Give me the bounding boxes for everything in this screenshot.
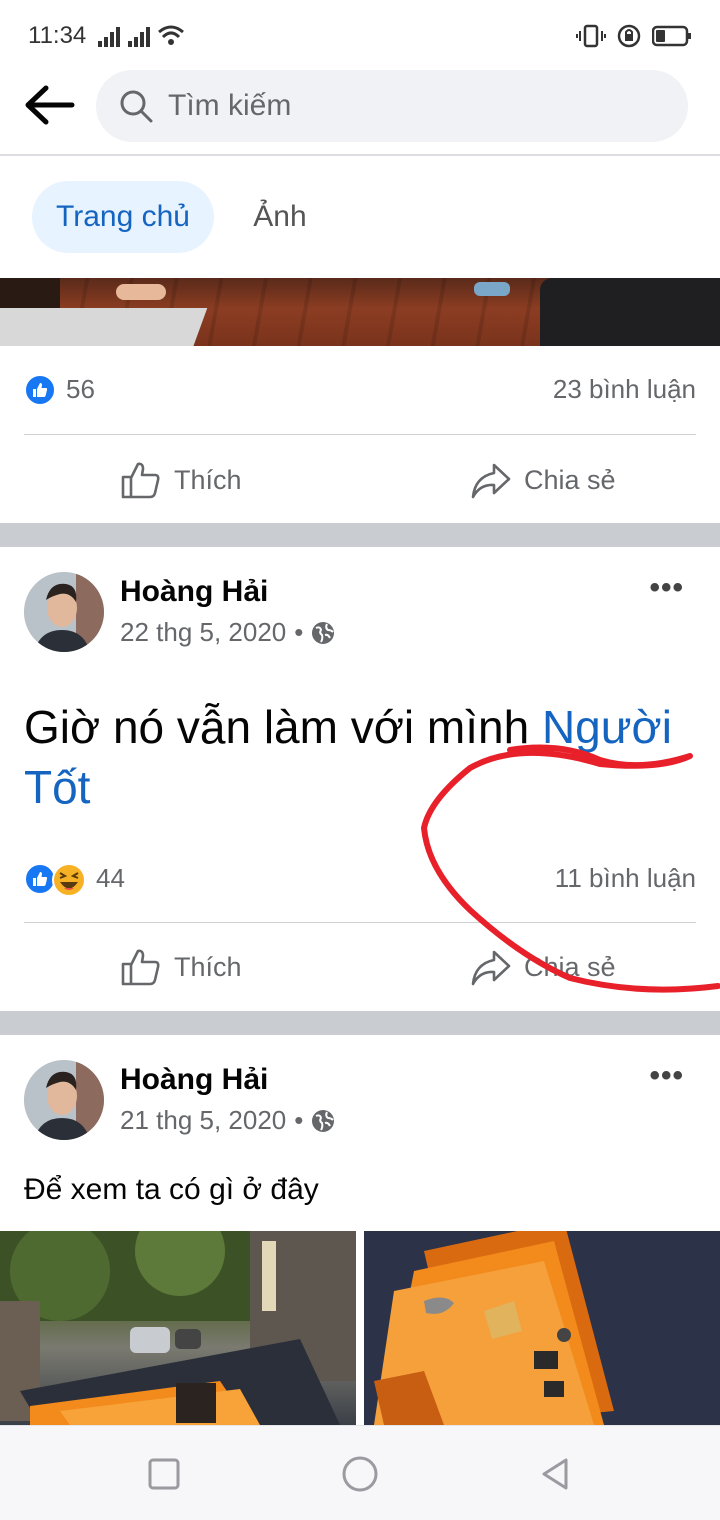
author-name[interactable]: Hoàng Hải: [120, 1063, 268, 1097]
status-bar: 11:34: [0, 0, 720, 68]
like-icon: [121, 462, 160, 499]
post-photo[interactable]: [0, 278, 720, 346]
meta-dot: •: [294, 1105, 304, 1135]
share-button[interactable]: Chia sẻ: [470, 937, 616, 997]
like-label: Thích: [174, 951, 242, 982]
post-text: Để xem ta có gì ở đây: [24, 1173, 319, 1206]
like-label: Thích: [174, 464, 242, 495]
more-icon[interactable]: •••: [649, 571, 684, 605]
signal-icon: [128, 27, 150, 47]
post-date[interactable]: 22 thg 5, 2020: [120, 617, 286, 648]
home-icon[interactable]: [340, 1454, 380, 1494]
post-text-body: Giờ nó vẫn làm với mình: [24, 701, 542, 753]
search-bar[interactable]: [96, 70, 688, 142]
share-label: Chia sẻ: [524, 464, 616, 495]
post-image[interactable]: [364, 1231, 720, 1425]
post-separator: [0, 523, 720, 547]
rotation-lock-icon: [617, 24, 641, 48]
system-nav-bar: [0, 1425, 720, 1520]
like-icon: [121, 949, 160, 986]
comment-count[interactable]: 11 bình luận: [555, 863, 696, 894]
battery-icon: [652, 25, 691, 47]
more-icon[interactable]: •••: [649, 1059, 684, 1093]
share-label: Chia sẻ: [524, 951, 616, 982]
top-bar: [0, 68, 720, 156]
post-date[interactable]: 21 thg 5, 2020: [120, 1105, 286, 1136]
search-input[interactable]: [168, 70, 648, 142]
vibrate-icon: [576, 24, 606, 48]
divider: [24, 434, 696, 435]
author-name[interactable]: Hoàng Hải: [120, 575, 268, 609]
status-time: 11:34: [28, 22, 87, 49]
globe-icon: [312, 621, 335, 644]
signal-icon: [98, 27, 120, 47]
post-footer: 56 23 bình luận Thích Chia sẻ: [0, 346, 720, 523]
avatar[interactable]: [24, 572, 104, 652]
tab-home[interactable]: Trang chủ: [32, 181, 214, 253]
share-icon: [471, 463, 511, 499]
haha-icon: [52, 863, 86, 897]
recents-icon[interactable]: [144, 1454, 184, 1494]
reaction-count: 44: [96, 863, 125, 893]
like-button[interactable]: Thích: [120, 937, 242, 997]
like-reaction-icon: [24, 374, 56, 406]
back-arrow-icon[interactable]: [22, 82, 78, 128]
wifi-icon: [158, 25, 184, 45]
meta-dot: •: [294, 617, 304, 647]
post-meta: 21 thg 5, 2020 •: [120, 1105, 335, 1136]
search-icon: [120, 90, 153, 123]
reaction-count: 56: [66, 374, 95, 404]
post-image[interactable]: [0, 1231, 356, 1425]
reaction-summary[interactable]: 56 23 bình luận: [24, 368, 696, 412]
post: Hoàng Hải 21 thg 5, 2020 • ••• Để xem ta…: [0, 1035, 720, 1231]
post-meta: 22 thg 5, 2020 •: [120, 617, 335, 648]
reaction-summary[interactable]: 44 11 bình luận: [24, 857, 696, 901]
comment-count[interactable]: 23 bình luận: [553, 374, 696, 405]
share-button[interactable]: Chia sẻ: [470, 450, 616, 510]
divider: [24, 922, 696, 923]
globe-icon: [312, 1109, 335, 1132]
avatar[interactable]: [24, 1060, 104, 1140]
back-nav-icon[interactable]: [536, 1454, 576, 1494]
post-separator: [0, 1011, 720, 1035]
like-button[interactable]: Thích: [120, 450, 242, 510]
share-icon: [471, 950, 511, 986]
post-text: Giờ nó vẫn làm với mình Người Tốt: [24, 697, 704, 817]
post: Hoàng Hải 22 thg 5, 2020 • ••• Giờ nó vẫ…: [0, 547, 720, 1011]
profile-tabs: Trang chủ Ảnh: [0, 158, 720, 278]
tab-photos[interactable]: Ảnh: [236, 181, 324, 253]
